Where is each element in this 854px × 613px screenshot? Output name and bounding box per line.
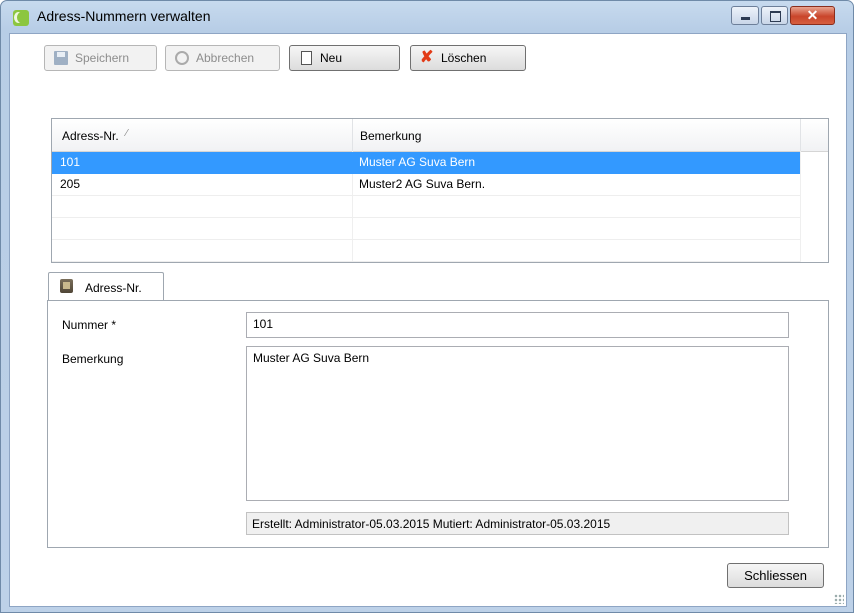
undo-icon — [175, 51, 189, 65]
table-row[interactable]: 205 Muster2 AG Suva Bern. — [52, 174, 800, 196]
delete-button[interactable]: ✘ Löschen — [410, 45, 526, 71]
save-button[interactable]: Speichern — [44, 45, 157, 71]
maximize-button[interactable] — [761, 6, 788, 25]
tab-adress-nr[interactable]: Adress-Nr. — [48, 272, 164, 301]
grid-column-line — [800, 151, 801, 262]
cancel-button[interactable]: Abbrechen — [165, 45, 280, 71]
cell-adress-nr: 101 — [60, 155, 81, 169]
nummer-value: 101 — [253, 317, 274, 331]
maximize-icon — [770, 11, 781, 22]
title-bar[interactable]: Adress-Nummern verwalten ✕ — [1, 1, 853, 33]
column-separator[interactable] — [352, 119, 353, 151]
sort-indicator-icon: ⁄ — [126, 128, 128, 139]
audit-info: Erstellt: Administrator-05.03.2015 Mutie… — [246, 512, 789, 535]
grid-header: Adress-Nr. ⁄ Bemerkung — [52, 119, 828, 152]
app-icon — [13, 10, 29, 26]
new-button[interactable]: Neu — [289, 45, 400, 71]
column-header-adress-nr[interactable]: Adress-Nr. — [62, 129, 119, 143]
close-window-button[interactable]: ✕ — [790, 6, 835, 25]
schliessen-button[interactable]: Schliessen — [727, 563, 824, 588]
column-header-bemerkung[interactable]: Bemerkung — [360, 129, 421, 143]
address-grid[interactable]: Adress-Nr. ⁄ Bemerkung 101 Muster AG Suv… — [51, 118, 829, 263]
window-title: Adress-Nummern verwalten — [37, 8, 211, 24]
new-label: Neu — [320, 51, 343, 65]
table-row-empty — [52, 196, 800, 218]
cell-bemerkung: Muster AG Suva Bern — [359, 155, 476, 169]
table-row-empty — [52, 218, 800, 240]
audit-info-text: Erstellt: Administrator-05.03.2015 Mutie… — [252, 517, 611, 531]
table-row[interactable]: 101 Muster AG Suva Bern — [52, 152, 800, 174]
cell-adress-nr: 205 — [60, 177, 81, 191]
minimize-icon — [741, 17, 750, 20]
nummer-label: Nummer * — [62, 318, 117, 332]
bemerkung-value: Muster AG Suva Bern — [253, 351, 370, 365]
delete-label: Löschen — [441, 51, 487, 65]
nummer-input[interactable]: 101 — [246, 312, 789, 338]
cell-bemerkung: Muster2 AG Suva Bern. — [359, 177, 486, 191]
close-icon: ✕ — [806, 7, 819, 23]
bemerkung-textarea[interactable]: Muster AG Suva Bern — [246, 346, 789, 501]
floppy-disk-icon — [54, 51, 68, 65]
minimize-button[interactable] — [731, 6, 759, 25]
new-document-icon — [301, 51, 312, 65]
bemerkung-label: Bemerkung — [62, 352, 124, 366]
column-separator[interactable] — [800, 119, 801, 151]
address-book-icon — [60, 279, 73, 293]
resize-grip-icon[interactable] — [834, 594, 844, 604]
delete-x-icon: ✘ — [420, 49, 434, 66]
table-row-empty — [52, 240, 800, 262]
cancel-label: Abbrechen — [196, 51, 255, 65]
save-label: Speichern — [75, 51, 130, 65]
tab-label: Adress-Nr. — [85, 281, 142, 295]
